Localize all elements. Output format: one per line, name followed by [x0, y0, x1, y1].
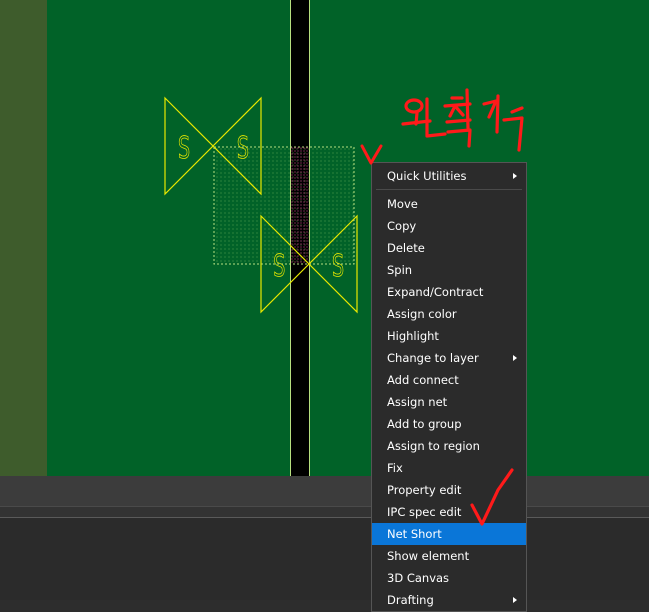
menu-item-label: Add to group	[387, 417, 462, 431]
submenu-arrow-icon	[513, 173, 517, 179]
menu-item-spin[interactable]: Spin	[372, 259, 526, 281]
toolbar-strip	[0, 476, 649, 507]
menu-item-label: Show element	[387, 549, 470, 563]
menu-item-label: Delete	[387, 241, 425, 255]
menu-item-label: Copy	[387, 219, 417, 233]
menu-item-highlight[interactable]: Highlight	[372, 325, 526, 347]
menu-item-property-edit[interactable]: Property edit	[372, 479, 526, 501]
menu-item-label: Expand/Contract	[387, 285, 484, 299]
menu-item-label: Add connect	[387, 373, 459, 387]
menu-item-add-to-group[interactable]: Add to group	[372, 413, 526, 435]
menu-item-delete[interactable]: Delete	[372, 237, 526, 259]
submenu-arrow-icon	[513, 355, 517, 361]
symbol-letter: S	[178, 131, 191, 166]
menu-item-assign-to-region[interactable]: Assign to region	[372, 435, 526, 457]
symbol-letter: S	[273, 249, 286, 284]
menu-separator	[376, 189, 522, 190]
menu-item-show-element[interactable]: Show element	[372, 545, 526, 567]
menu-item-label: Move	[387, 197, 418, 211]
divider-strip	[0, 507, 649, 518]
selection-on-trace	[291, 147, 309, 264]
menu-item-change-to-layer[interactable]: Change to layer	[372, 347, 526, 369]
menu-item-fix[interactable]: Fix	[372, 457, 526, 479]
menu-item-move[interactable]: Move	[372, 193, 526, 215]
symbol-letter: S	[237, 131, 250, 166]
submenu-arrow-icon	[513, 597, 517, 603]
menu-item-copy[interactable]: Copy	[372, 215, 526, 237]
menu-item-label: Spin	[387, 263, 413, 277]
menu-item-label: Net Short	[387, 527, 442, 541]
menu-item-label: Quick Utilities	[387, 169, 467, 183]
menu-item-assign-color[interactable]: Assign color	[372, 303, 526, 325]
menu-item-add-connect[interactable]: Add connect	[372, 369, 526, 391]
menu-item-3d-canvas[interactable]: 3D Canvas	[372, 567, 526, 589]
context-menu: Quick Utilities Move Copy Delete Spin Ex…	[371, 162, 527, 612]
bowtie-symbol-upper[interactable]: S S	[164, 96, 262, 196]
pcb-elements: S S S S	[164, 96, 358, 314]
menu-item-assign-net[interactable]: Assign net	[372, 391, 526, 413]
menu-item-label: Assign to region	[387, 439, 480, 453]
design-canvas[interactable]: S S S S	[0, 0, 649, 476]
menu-item-label: Change to layer	[387, 351, 479, 365]
menu-item-label: Highlight	[387, 329, 439, 343]
menu-item-label: Drafting	[387, 593, 434, 607]
menu-item-drafting[interactable]: Drafting	[372, 589, 526, 611]
menu-item-net-short[interactable]: Net Short	[372, 523, 526, 545]
bottom-panel	[0, 518, 649, 600]
symbol-letter: S	[332, 249, 345, 284]
menu-item-label: Fix	[387, 461, 403, 475]
menu-item-label: IPC spec edit	[387, 505, 462, 519]
menu-item-label: Assign net	[387, 395, 448, 409]
selection-box[interactable]	[213, 146, 355, 265]
menu-item-label: 3D Canvas	[387, 571, 450, 585]
menu-item-label: Assign color	[387, 307, 457, 321]
menu-item-quick-utilities[interactable]: Quick Utilities	[372, 165, 526, 187]
menu-item-expand-contract[interactable]: Expand/Contract	[372, 281, 526, 303]
menu-item-ipc-spec-edit[interactable]: IPC spec edit	[372, 501, 526, 523]
menu-item-label: Property edit	[387, 483, 462, 497]
